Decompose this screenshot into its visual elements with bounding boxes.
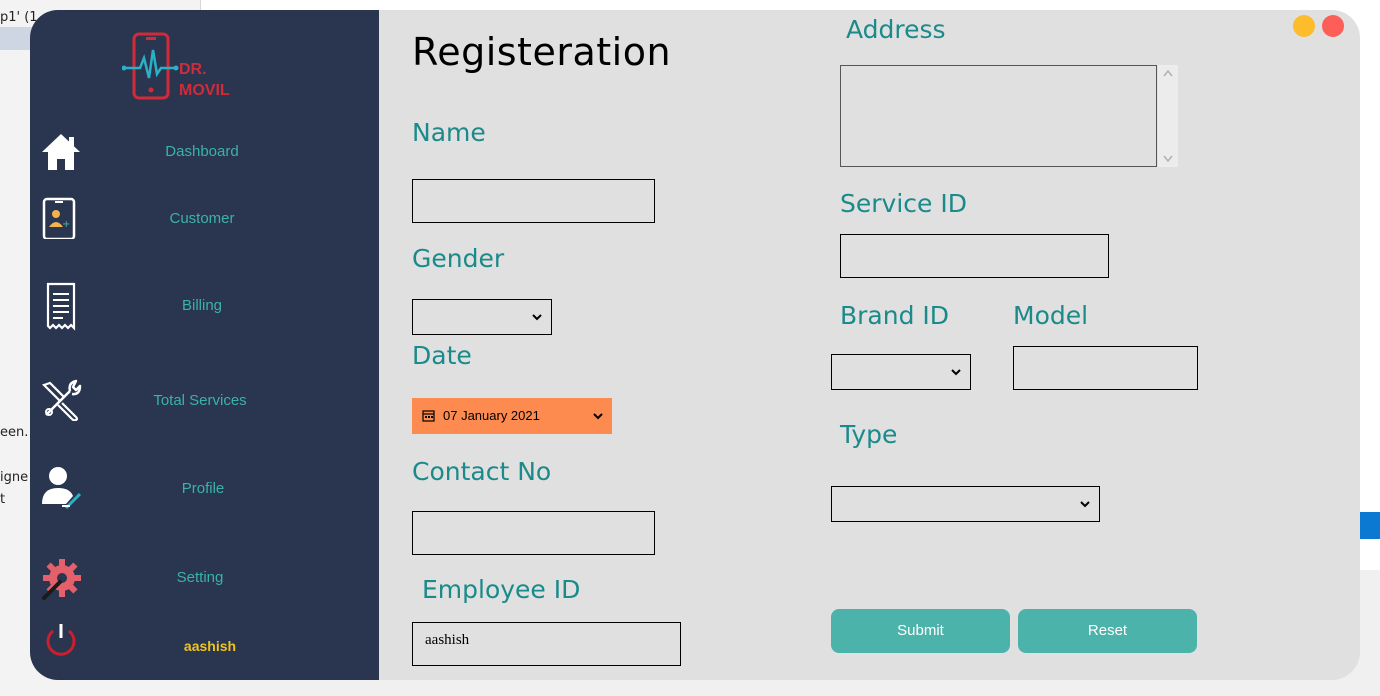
model-input[interactable]	[1013, 346, 1198, 390]
gender-label: Gender	[412, 244, 505, 273]
user-name: aashish	[183, 638, 237, 654]
address-textarea[interactable]	[840, 65, 1157, 167]
profile-icon	[42, 467, 82, 510]
service-label: Service ID	[840, 189, 967, 218]
name-label: Name	[412, 118, 486, 147]
scroll-down-icon[interactable]	[1163, 155, 1173, 163]
background-scroll-marker	[1360, 512, 1380, 539]
type-label: Type	[840, 420, 898, 449]
sidebar-item-label: Dashboard	[165, 143, 239, 160]
background-text: igne	[0, 470, 29, 485]
background-text: t	[0, 492, 6, 507]
chevron-down-icon	[1080, 501, 1090, 508]
date-value: 07 January 2021	[443, 408, 540, 423]
employee-label: Employee ID	[422, 575, 581, 604]
date-label: Date	[412, 341, 472, 370]
type-select[interactable]	[831, 486, 1100, 522]
sidebar: DR. MOVIL Dashboard + Customer Billing T…	[30, 10, 379, 680]
minimize-button[interactable]	[1293, 15, 1315, 37]
chevron-down-icon	[532, 314, 542, 321]
close-button[interactable]	[1322, 15, 1344, 37]
svg-text:MOVIL: MOVIL	[179, 82, 230, 99]
gear-icon	[42, 559, 81, 600]
sidebar-item-label: Setting	[176, 569, 224, 586]
submit-button[interactable]: Submit	[831, 609, 1010, 653]
address-label: Address	[846, 15, 946, 44]
chevron-down-icon	[951, 369, 961, 376]
contact-label: Contact No	[412, 457, 552, 486]
power-icon[interactable]	[44, 622, 78, 658]
reset-button[interactable]: Reset	[1018, 609, 1197, 653]
sidebar-item-label: Profile	[181, 480, 225, 497]
brand-label: Brand ID	[840, 301, 950, 330]
tools-icon	[41, 379, 82, 421]
employee-input[interactable]: aashish	[412, 622, 681, 666]
calendar-icon	[422, 410, 435, 422]
contact-input[interactable]	[412, 511, 655, 555]
dr-movil-logo: DR. MOVIL	[122, 32, 230, 100]
employee-value: aashish	[425, 632, 470, 648]
customer-card-icon: +	[42, 197, 76, 239]
model-label: Model	[1013, 301, 1089, 330]
gender-select[interactable]	[412, 299, 552, 335]
brand-select[interactable]	[831, 354, 971, 390]
sidebar-item-label: Customer	[169, 210, 235, 227]
home-icon	[42, 134, 80, 170]
receipt-icon	[46, 282, 76, 331]
name-input[interactable]	[412, 179, 655, 223]
service-input[interactable]	[840, 234, 1109, 278]
svg-text:+: +	[62, 219, 70, 230]
app-window: DR. MOVIL Dashboard + Customer Billing T…	[30, 10, 1360, 680]
svg-text:DR.: DR.	[179, 61, 207, 78]
chevron-down-icon	[593, 413, 603, 420]
date-picker[interactable]: 07 January 2021	[412, 398, 612, 434]
background-text: een.	[0, 425, 29, 440]
sidebar-item-label: Billing	[181, 297, 223, 314]
page-title: Registeration	[412, 30, 672, 74]
scroll-up-icon[interactable]	[1163, 69, 1173, 77]
sidebar-item-label: Total Services	[153, 392, 247, 409]
address-scrollbar[interactable]	[1158, 65, 1178, 167]
